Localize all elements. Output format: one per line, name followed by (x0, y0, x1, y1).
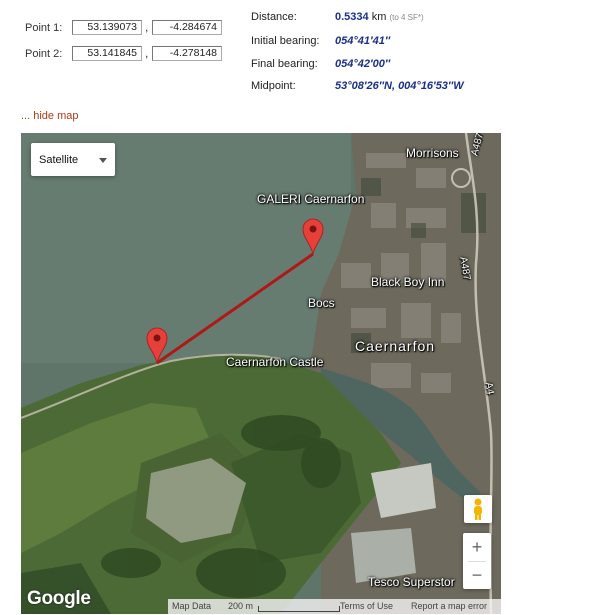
scale-label[interactable]: 200 m (228, 599, 253, 614)
label-morrisons[interactable]: Morrisons (406, 146, 459, 160)
marker-pin-point2 (302, 218, 324, 255)
street-view-pegman-button[interactable] (464, 495, 492, 523)
final-bearing-label: Final bearing: (251, 58, 318, 70)
point2-lon-input[interactable] (152, 46, 222, 61)
google-logo[interactable]: Google (27, 588, 91, 610)
pegman-icon (474, 498, 482, 520)
point1-lat-input[interactable] (72, 20, 142, 35)
map-type-label: Satellite (39, 154, 79, 166)
point2-lat-input[interactable] (72, 46, 142, 61)
point1-label: Point 1: (25, 22, 63, 34)
zoom-out-button[interactable]: − (463, 561, 491, 589)
initial-bearing-label: Initial bearing: (251, 35, 320, 47)
hide-map-link[interactable]: ... hide map (21, 110, 78, 122)
label-black-boy-inn[interactable]: Black Boy Inn (371, 275, 444, 289)
map-type-selector[interactable]: Satellite (31, 143, 115, 176)
final-bearing-value: 054°42′00″ (335, 58, 391, 70)
label-tesco[interactable]: Tesco Superstor (368, 575, 455, 589)
label-a4-partial: A4 (482, 381, 496, 396)
terms-link[interactable]: Terms of Use (340, 599, 393, 614)
distance-note: (to 4 SF*) (389, 13, 424, 22)
distance-number: 0.5334 (335, 11, 369, 23)
label-caernarfon: Caernarfon (355, 338, 436, 354)
map-view[interactable]: Morrisons A487 GALERI Caernarfon Black B… (21, 133, 501, 614)
chevron-down-icon (99, 158, 107, 163)
map-footer: Map Data 200 m Terms of Use Report a map… (168, 599, 501, 614)
point2-label: Point 2: (25, 48, 63, 60)
map-data-link[interactable]: Map Data (172, 599, 211, 614)
distance-unit: km (371, 11, 387, 23)
initial-bearing-value: 054°41′41″ (335, 35, 391, 47)
scale-bar (258, 606, 340, 612)
label-caernarfon-castle[interactable]: Caernarfon Castle (226, 355, 323, 369)
distance-label: Distance: (251, 11, 297, 23)
point1-lon-input[interactable] (152, 20, 222, 35)
zoom-control: + − (463, 533, 491, 589)
report-error-link[interactable]: Report a map error (411, 599, 487, 614)
distance-value: 0.5334 km (to 4 SF*) (335, 11, 424, 23)
comma-separator: , (145, 46, 149, 60)
midpoint-value: 53°08′26″N, 004°16′53″W (335, 80, 464, 92)
midpoint-label: Midpoint: (251, 80, 296, 92)
label-galeri[interactable]: GALERI Caernarfon (257, 192, 364, 206)
comma-separator: , (145, 20, 149, 34)
label-bocs[interactable]: Bocs (308, 296, 335, 310)
zoom-in-button[interactable]: + (463, 533, 491, 561)
route-line (156, 252, 314, 365)
